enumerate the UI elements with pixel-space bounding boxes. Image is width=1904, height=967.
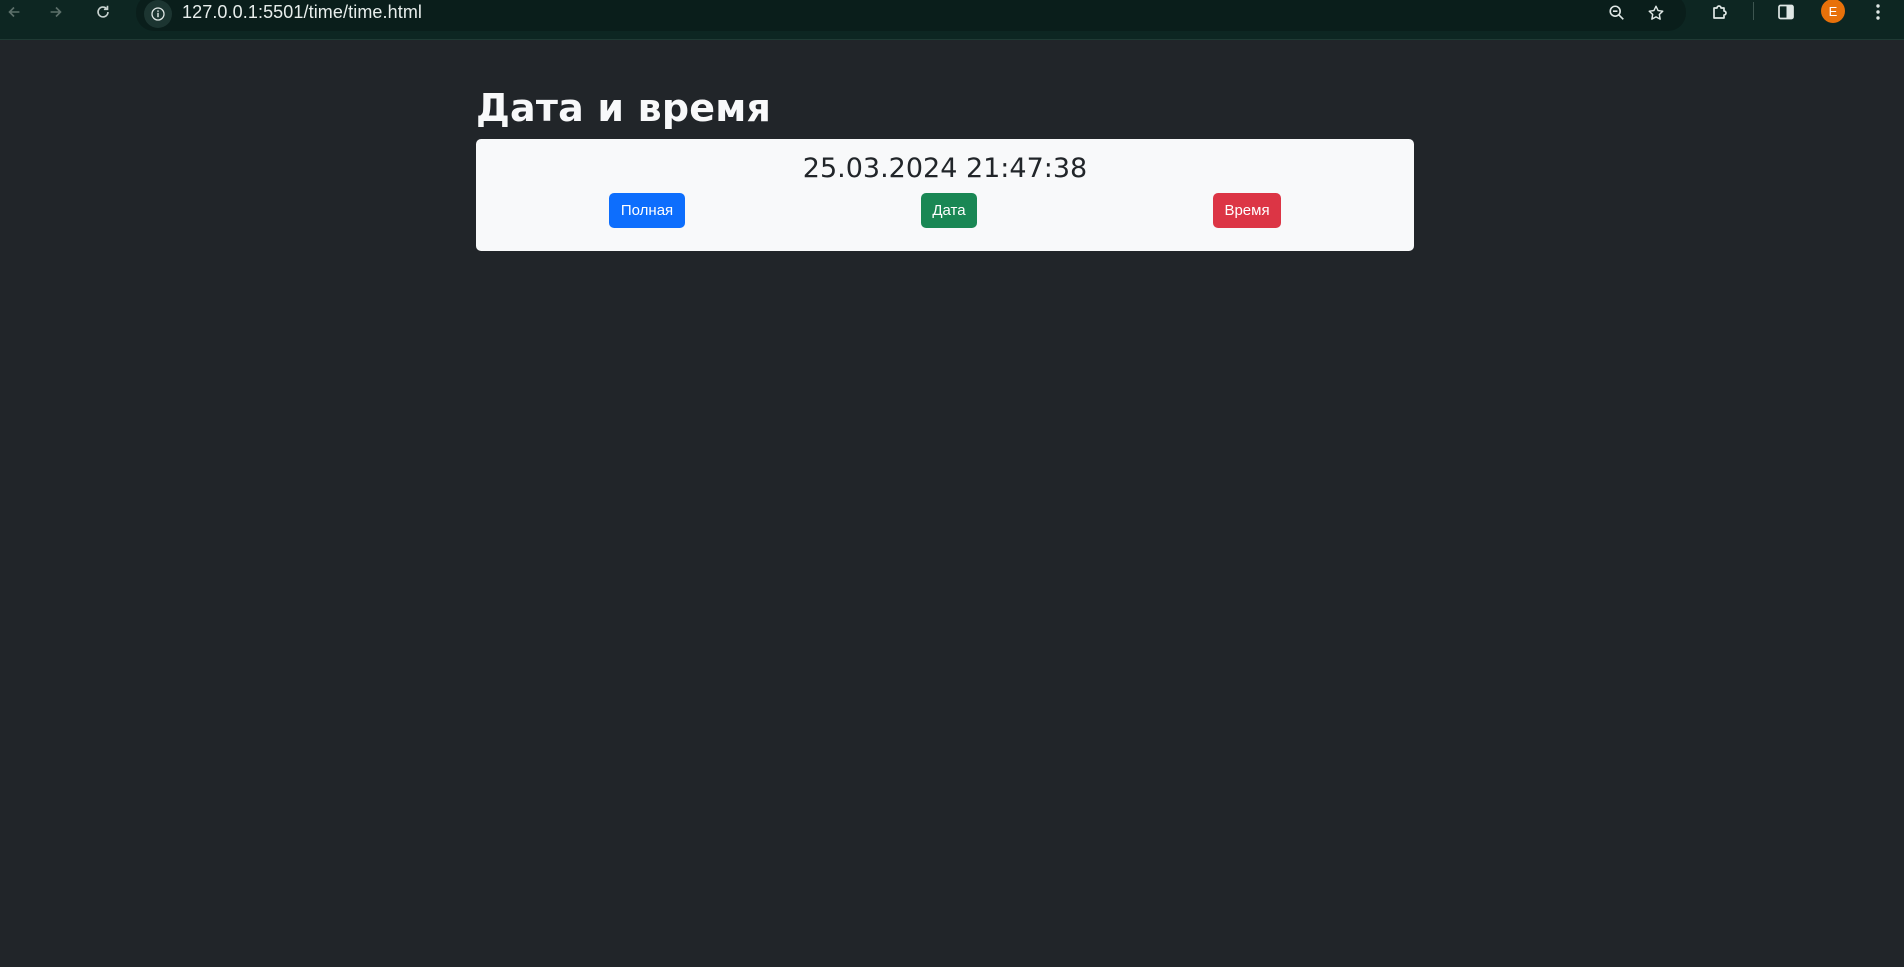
back-button[interactable] [0,0,28,24]
star-icon [1648,5,1664,20]
datetime-card: 25.03.2024 21:47:38 Полная Дата Время [476,139,1414,251]
date-format-button[interactable]: Дата [921,193,977,228]
forward-button[interactable] [42,0,70,24]
kebab-menu-icon [1876,4,1880,20]
toolbar-divider [1753,2,1754,20]
zoom-button[interactable] [1604,0,1630,26]
time-format-button[interactable]: Время [1213,193,1281,228]
browser-menu-button[interactable] [1864,0,1892,24]
url-text[interactable]: 127.0.0.1:5501/time/time.html [182,2,422,23]
arrow-left-icon [8,6,20,18]
reload-button[interactable] [89,0,117,24]
info-icon [151,7,165,21]
side-panel-button[interactable] [1772,0,1800,24]
zoom-out-icon [1609,5,1624,20]
profile-avatar[interactable]: E [1821,0,1845,23]
site-info-button[interactable] [144,0,172,28]
page-title: Дата и время [476,86,772,130]
side-panel-icon [1778,4,1794,20]
arrow-right-icon [50,6,62,18]
bookmark-button[interactable] [1643,0,1669,26]
extensions-button[interactable] [1706,0,1734,24]
browser-toolbar: 127.0.0.1:5501/time/time.html E [0,0,1904,40]
puzzle-icon [1713,5,1727,19]
address-bar[interactable]: 127.0.0.1:5501/time/time.html [136,0,1686,31]
reload-icon [97,5,109,18]
datetime-display: 25.03.2024 21:47:38 [802,153,1088,184]
full-format-button[interactable]: Полная [609,193,685,228]
